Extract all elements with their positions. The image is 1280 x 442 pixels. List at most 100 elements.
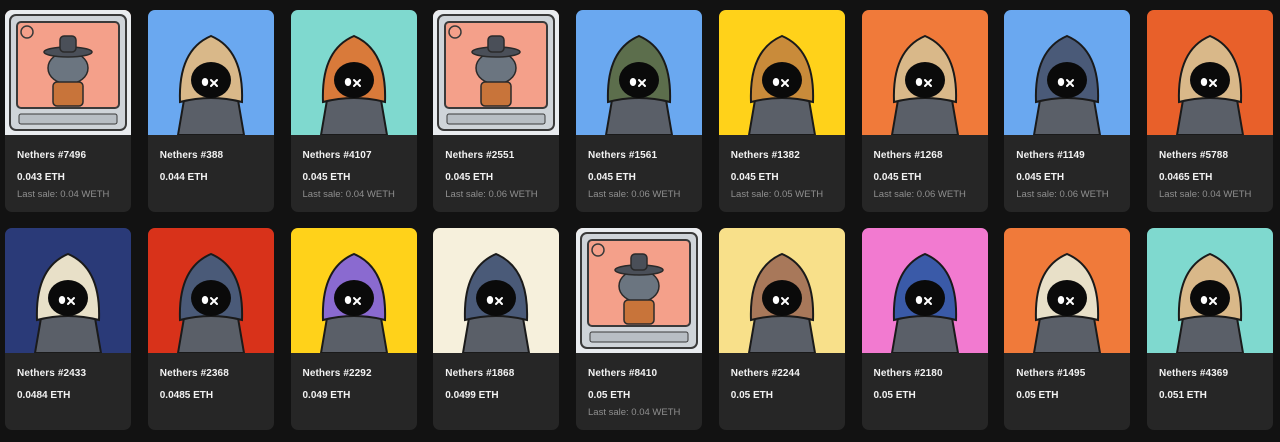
nft-info: Nethers #2180 0.05 ETH [862,353,988,401]
nft-artwork [147,10,274,135]
nft-artwork [5,10,131,135]
nft-thumbnail[interactable] [576,228,702,353]
nft-artwork [5,228,131,353]
nft-card[interactable]: Nethers #5788 0.0465 ETH Last sale: 0.04 W… [1147,10,1273,212]
nft-card[interactable]: Nethers #1495 0.05 ETH [1004,228,1131,430]
nft-card[interactable]: Nethers #2551 0.045 ETH Last sale: 0.06 WE… [433,10,560,212]
nft-card[interactable]: Nethers #2433 0.0484 ETH [5,228,131,430]
nft-last-sale: Last sale: 0.06 WETH [1016,189,1109,200]
nft-artwork [576,10,702,135]
nft-thumbnail[interactable] [861,10,988,135]
nft-thumbnail[interactable] [1004,228,1131,353]
nft-info: Nethers #1868 0.0499 ETH [433,353,559,401]
nft-name: Nethers #1561 [588,150,658,161]
nft-info: Nethers #2244 0.05 ETH [719,353,845,401]
nft-name: Nethers #2433 [17,368,87,379]
nft-info: Nethers #1495 0.05 ETH [1004,353,1130,401]
nft-last-sale: Last sale: 0.04 WETH [302,189,395,200]
nft-card[interactable]: Nethers #1268 0.045 ETH Last sale: 0.06 WE… [861,10,988,212]
nft-thumbnail[interactable] [147,228,274,353]
nft-thumbnail[interactable] [1147,10,1273,135]
nft-thumbnail[interactable] [718,228,845,353]
nft-thumbnail[interactable] [290,228,417,353]
nft-artwork [433,228,560,353]
nft-card[interactable]: Nethers #8410 0.05 ETH Last sale: 0.04 WET… [576,228,702,430]
nft-artwork [1147,10,1273,135]
nft-price: 0.044 ETH [159,172,208,183]
nft-thumbnail[interactable] [5,10,131,135]
nft-artwork [718,228,845,353]
nft-name: Nethers #1495 [1016,368,1086,379]
nft-thumbnail[interactable] [1147,228,1273,353]
nft-price: 0.0499 ETH [445,390,499,401]
nft-price: 0.045 ETH [730,172,779,183]
nft-name: Nethers #1268 [873,150,943,161]
nft-name: Nethers #7496 [17,150,87,161]
nft-thumbnail[interactable] [433,228,560,353]
nft-last-sale: Last sale: 0.04 WETH [1159,189,1252,200]
nft-card[interactable]: Nethers #4369 0.051 ETH [1147,228,1273,430]
nft-info: Nethers #2368 0.0485 ETH [148,353,274,401]
nft-thumbnail[interactable] [861,228,988,353]
nft-last-sale: Last sale: 0.06 WETH [873,189,966,200]
nft-info: Nethers #5788 0.0465 ETH Last sale: 0.04 W… [1147,135,1273,200]
nft-info: Nethers #2551 0.045 ETH Last sale: 0.06 WE… [433,135,559,200]
nft-thumbnail[interactable] [147,10,274,135]
nft-last-sale: Last sale: 0.04 WETH [17,189,110,200]
nft-price: 0.05 ETH [730,390,773,401]
nft-card[interactable]: Nethers #2292 0.049 ETH [290,228,417,430]
nft-info: Nethers #4107 0.045 ETH Last sale: 0.04 WE… [291,135,417,200]
nft-name: Nethers #1382 [730,150,800,161]
nft-info: Nethers #7496 0.043 ETH Last sale: 0.04 WE… [5,135,131,200]
nft-card[interactable]: Nethers #1868 0.0499 ETH [433,228,560,430]
nft-card[interactable]: Nethers #1382 0.045 ETH Last sale: 0.05 WE… [718,10,845,212]
nft-info: Nethers #2292 0.049 ETH [291,353,417,401]
nft-artwork [1004,10,1131,135]
nft-name: Nethers #2244 [730,368,800,379]
nft-thumbnail[interactable] [433,10,560,135]
nft-artwork [1147,228,1273,353]
nft-thumbnail[interactable] [5,228,131,353]
nft-name: Nethers #5788 [1159,150,1229,161]
nft-card[interactable]: Nethers #7496 0.043 ETH Last sale: 0.04 WE… [5,10,131,212]
nft-thumbnail[interactable] [1004,10,1131,135]
nft-price: 0.05 ETH [873,390,916,401]
nft-price: 0.045 ETH [588,172,636,183]
nft-thumbnail[interactable] [718,10,845,135]
nft-name: Nethers #1868 [445,368,515,379]
nft-price: 0.049 ETH [302,390,351,401]
nft-last-sale: Last sale: 0.05 WETH [730,189,824,200]
nft-price: 0.045 ETH [1016,172,1065,183]
nft-info: Nethers #4369 0.051 ETH [1147,353,1273,401]
nft-artwork [147,228,274,353]
nft-info: Nethers #388 0.044 ETH [148,135,274,183]
nft-card[interactable]: Nethers #1561 0.045 ETH Last sale: 0.06 WE… [576,10,702,212]
nft-card[interactable]: Nethers #2244 0.05 ETH [718,228,845,430]
nft-last-sale: Last sale: 0.04 WETH [588,407,681,418]
nft-artwork [861,10,988,135]
nft-last-sale: Last sale: 0.06 WETH [588,189,681,200]
nft-artwork [290,10,417,135]
nft-thumbnail[interactable] [576,10,702,135]
nft-card[interactable]: Nethers #2368 0.0485 ETH [147,228,274,430]
nft-info: Nethers #1149 0.045 ETH Last sale: 0.06 WE… [1004,135,1130,200]
nft-card[interactable]: Nethers #388 0.044 ETH [147,10,274,212]
nft-artwork [1004,228,1131,353]
nft-info: Nethers #8410 0.05 ETH Last sale: 0.04 WET… [576,353,702,418]
nft-price: 0.043 ETH [17,172,65,183]
nft-price: 0.05 ETH [1016,390,1059,401]
nft-name: Nethers #2180 [873,368,943,379]
nft-card[interactable]: Nethers #1149 0.045 ETH Last sale: 0.06 WE… [1004,10,1131,212]
nft-price: 0.045 ETH [445,172,494,183]
nft-name: Nethers #4369 [1159,368,1229,379]
nft-info: Nethers #2433 0.0484 ETH [5,353,131,401]
nft-thumbnail[interactable] [290,10,417,135]
nft-name: Nethers #8410 [588,368,658,379]
nft-info: Nethers #1268 0.045 ETH Last sale: 0.06 WE… [862,135,988,200]
nft-artwork [576,228,702,353]
nft-info: Nethers #1382 0.045 ETH Last sale: 0.05 WE… [719,135,845,200]
nft-info: Nethers #1561 0.045 ETH Last sale: 0.06 WE… [576,135,702,200]
nft-card[interactable]: Nethers #2180 0.05 ETH [861,228,988,430]
nft-card[interactable]: Nethers #4107 0.045 ETH Last sale: 0.04 WE… [290,10,417,212]
nft-price: 0.0484 ETH [17,390,71,401]
